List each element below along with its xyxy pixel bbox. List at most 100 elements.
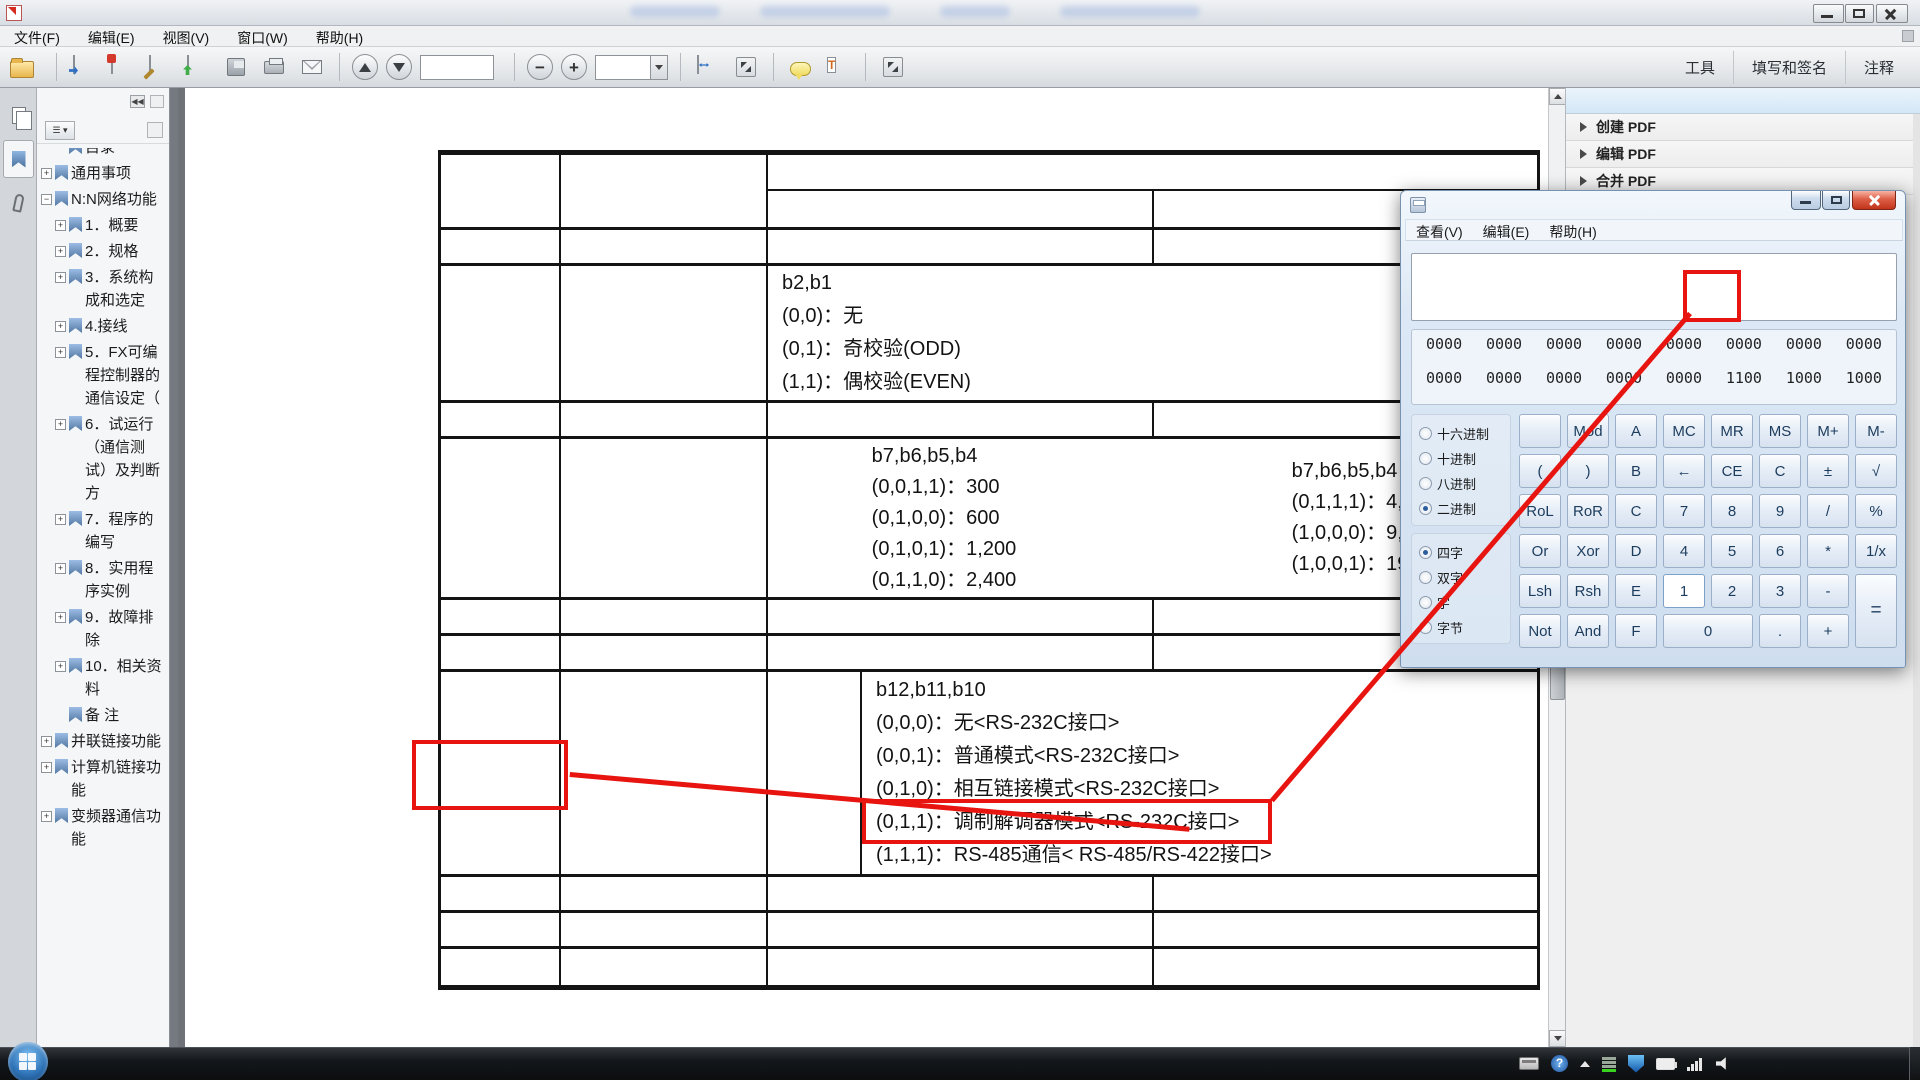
base-mode-radio[interactable]: 二进制	[1419, 496, 1510, 521]
calc-button[interactable]: %	[1855, 494, 1897, 528]
minimize-button[interactable]	[1813, 4, 1844, 23]
bookmark-label[interactable]: 9．故障排除	[85, 606, 162, 652]
panel-tab[interactable]: 工具	[1667, 51, 1733, 84]
word-size-radio[interactable]: 四字	[1419, 540, 1510, 565]
calc-button[interactable]: .	[1759, 614, 1801, 648]
bookmark-tree-item[interactable]: + 10．相关资料	[41, 655, 162, 701]
menu-item[interactable]: 文件(F)	[0, 26, 74, 47]
speaker-icon[interactable]	[1716, 1057, 1730, 1071]
bookmark-label[interactable]: 计算机链接功能	[71, 756, 162, 802]
tree-expander-icon[interactable]: +	[41, 811, 52, 822]
tree-expander-icon[interactable]: +	[55, 246, 66, 257]
menu-item[interactable]: 帮助(H)	[302, 26, 377, 47]
panel-tab[interactable]: 填写和签名	[1733, 51, 1845, 84]
calc-button[interactable]: RoL	[1519, 494, 1561, 528]
tree-expander-icon[interactable]: +	[41, 762, 52, 773]
cloud-print-button[interactable]	[107, 53, 137, 81]
panel-options-icon[interactable]	[150, 95, 164, 108]
calc-button[interactable]: =	[1855, 574, 1897, 648]
bookmark-tree-item[interactable]: − N:N网络功能	[41, 188, 162, 211]
calc-button[interactable]: 5	[1711, 534, 1753, 568]
upload-cloud-button[interactable]	[183, 53, 213, 81]
menu-bar-corner-icon[interactable]	[1902, 30, 1914, 42]
tree-expander-icon[interactable]: +	[55, 220, 66, 231]
base-mode-radio[interactable]: 十进制	[1419, 446, 1510, 471]
bookmark-tree-item[interactable]: + 9．故障排除	[41, 606, 162, 652]
bookmark-label[interactable]: 3．系统构成和选定	[85, 266, 162, 312]
bookmark-tree-item[interactable]: + 1．概要	[41, 214, 162, 237]
page-number-input[interactable]	[420, 55, 494, 80]
calc-button[interactable]: 3	[1759, 574, 1801, 608]
bookmark-label[interactable]: 7．程序的编写	[85, 508, 162, 554]
word-size-radio[interactable]: 字节	[1419, 615, 1510, 640]
tree-expander-icon[interactable]: +	[41, 168, 52, 179]
bookmarks-panel-button[interactable]	[3, 140, 34, 178]
collapse-panel-button[interactable]: ◀◀	[130, 95, 145, 108]
bookmark-label[interactable]: 变频器通信功能	[71, 805, 162, 851]
help-tray-icon[interactable]: ?	[1551, 1055, 1568, 1072]
tools-panel-scrollbar[interactable]	[1913, 114, 1920, 1047]
tools-panel-item[interactable]: 编辑 PDF	[1566, 141, 1920, 168]
calc-button[interactable]: 6	[1759, 534, 1801, 568]
bookmark-tree-item[interactable]: + 通用事项	[41, 162, 162, 185]
app-status-bars-icon[interactable]	[1602, 1055, 1616, 1072]
calc-button[interactable]: C	[1615, 494, 1657, 528]
text-note-button[interactable]: T	[823, 53, 853, 81]
bookmark-tree-item[interactable]: 备 注	[41, 704, 162, 727]
calc-button[interactable]: CE	[1711, 454, 1753, 488]
bookmark-tree-item[interactable]: + 7．程序的编写	[41, 508, 162, 554]
bookmark-label[interactable]: 目录	[85, 148, 162, 159]
bookmark-tree-item[interactable]: + 4.接线	[41, 315, 162, 338]
calc-button[interactable]: Xor	[1567, 534, 1609, 568]
tree-expander-icon[interactable]: +	[55, 563, 66, 574]
calc-button[interactable]: MR	[1711, 414, 1753, 448]
calc-maximize-button[interactable]	[1822, 191, 1850, 210]
calc-button[interactable]: Not	[1519, 614, 1561, 648]
close-button[interactable]	[1876, 4, 1908, 23]
zoom-out-button[interactable]: −	[527, 54, 553, 80]
convert-pdf-button[interactable]	[69, 53, 99, 81]
calc-button[interactable]: 8	[1711, 494, 1753, 528]
print-button[interactable]	[259, 53, 289, 82]
bookmark-label[interactable]: 6．试运行（通信测试）及判断方	[85, 413, 162, 505]
tree-expander-icon[interactable]: +	[55, 661, 66, 672]
fullscreen-button[interactable]	[878, 53, 908, 81]
tray-overflow-arrow-icon[interactable]	[1580, 1061, 1590, 1067]
calc-button[interactable]: 1	[1663, 574, 1705, 608]
bookmark-label[interactable]: 10．相关资料	[85, 655, 162, 701]
calc-button[interactable]: )	[1567, 454, 1609, 488]
calc-button[interactable]: /	[1807, 494, 1849, 528]
bookmark-tree-item[interactable]: + 计算机链接功能	[41, 756, 162, 802]
calc-button[interactable]: E	[1615, 574, 1657, 608]
calc-button[interactable]: 9	[1759, 494, 1801, 528]
fit-page-button[interactable]	[731, 53, 761, 81]
bookmark-label[interactable]: 通用事项	[71, 162, 162, 185]
network-signal-icon[interactable]	[1687, 1056, 1704, 1071]
calc-button[interactable]: 2	[1711, 574, 1753, 608]
show-desktop-button[interactable]	[1909, 1047, 1920, 1080]
calc-button[interactable]: M+	[1807, 414, 1849, 448]
bookmark-tree-item[interactable]: + 5．FX可编程控制器的通信设定（	[41, 341, 162, 410]
calculator-title-bar[interactable]	[1401, 191, 1905, 219]
bookmark-label[interactable]: 5．FX可编程控制器的通信设定（	[85, 341, 162, 410]
calc-button[interactable]: F	[1615, 614, 1657, 648]
bookmark-tree-item[interactable]: + 并联链接功能	[41, 730, 162, 753]
open-button[interactable]	[6, 54, 44, 81]
zoom-in-button[interactable]: +	[561, 54, 587, 80]
restore-button[interactable]	[1845, 4, 1874, 23]
start-button[interactable]	[8, 1042, 48, 1080]
bookmark-tree-item[interactable]: + 3．系统构成和选定	[41, 266, 162, 312]
zoom-dropdown-button[interactable]	[651, 55, 668, 80]
bookmark-label[interactable]: 8．实用程序实例	[85, 557, 162, 603]
calc-button[interactable]: RoR	[1567, 494, 1609, 528]
next-page-button[interactable]	[386, 54, 412, 80]
calc-button[interactable]: M-	[1855, 414, 1897, 448]
calc-button[interactable]: MS	[1759, 414, 1801, 448]
sign-button[interactable]	[145, 53, 175, 81]
panel-tab[interactable]: 注释	[1845, 51, 1912, 84]
calc-menu-item[interactable]: 查看(V)	[1406, 220, 1473, 240]
tree-expander-icon[interactable]: +	[55, 272, 66, 283]
tree-expander-icon[interactable]: +	[55, 419, 66, 430]
tree-expander-icon[interactable]: +	[41, 736, 52, 747]
base-mode-radio[interactable]: 十六进制	[1419, 421, 1510, 446]
